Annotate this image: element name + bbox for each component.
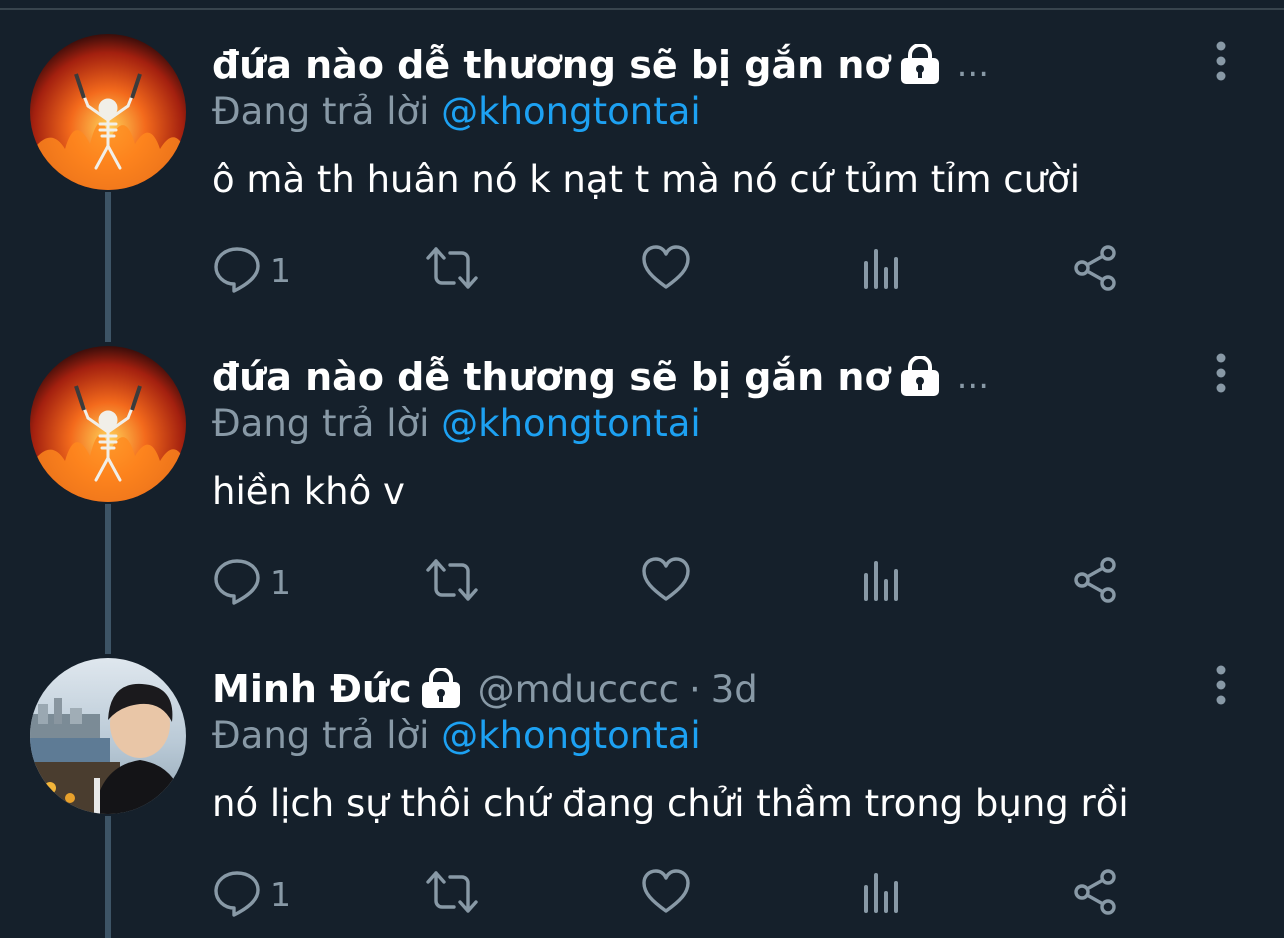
- replying-to-label: Đang trả lời: [212, 402, 430, 445]
- avatar[interactable]: [30, 34, 186, 190]
- retweet-button[interactable]: [424, 556, 480, 608]
- tweet-header: đứa nào dễ thương sẽ bị gắn nơ ...: [212, 348, 989, 406]
- display-name[interactable]: đứa nào dễ thương sẽ bị gắn nơ: [212, 355, 891, 399]
- retweet-icon: [424, 867, 480, 921]
- action-bar: 1: [212, 556, 1132, 608]
- action-bar: 1: [212, 868, 1132, 920]
- analytics-icon: [860, 555, 904, 609]
- heart-icon: [640, 555, 692, 609]
- lock-icon: [899, 355, 941, 398]
- retweet-icon: [424, 243, 480, 297]
- like-button[interactable]: [640, 244, 692, 296]
- share-icon: [1072, 555, 1120, 609]
- reply-button[interactable]: 1: [212, 868, 291, 920]
- share-button[interactable]: [1072, 868, 1120, 920]
- analytics-button[interactable]: [860, 868, 904, 920]
- avatar[interactable]: [30, 346, 186, 502]
- share-icon: [1072, 243, 1120, 297]
- mention-link[interactable]: @khongtontai: [441, 714, 701, 757]
- retweet-icon: [424, 555, 480, 609]
- replying-to-label: Đang trả lời: [212, 90, 430, 133]
- display-name[interactable]: Minh Đức: [212, 667, 412, 711]
- tweet-text: hiền khô v: [212, 470, 405, 513]
- name-overflow-ellipsis: ...: [956, 357, 990, 397]
- analytics-button[interactable]: [860, 556, 904, 608]
- reply-icon: [212, 243, 262, 297]
- share-icon: [1072, 867, 1120, 921]
- mention-link[interactable]: @khongtontai: [441, 90, 701, 133]
- reply-button[interactable]: 1: [212, 244, 291, 296]
- tweet[interactable]: đứa nào dễ thương sẽ bị gắn nơ ... Đang …: [0, 0, 1284, 312]
- analytics-button[interactable]: [860, 244, 904, 296]
- retweet-button[interactable]: [424, 244, 480, 296]
- heart-icon: [640, 243, 692, 297]
- heart-icon: [640, 867, 692, 921]
- separator-dot: ·: [688, 667, 701, 711]
- replying-to: Đang trả lời @khongtontai: [212, 714, 701, 757]
- tweet-header: đứa nào dễ thương sẽ bị gắn nơ ...: [212, 36, 989, 94]
- lock-icon: [899, 43, 941, 86]
- reply-icon: [212, 555, 262, 609]
- timestamp[interactable]: 3d: [711, 668, 758, 711]
- share-button[interactable]: [1072, 556, 1120, 608]
- analytics-icon: [860, 243, 904, 297]
- tweet[interactable]: đứa nào dễ thương sẽ bị gắn nơ ... Đang …: [0, 312, 1284, 624]
- reply-count: 1: [270, 562, 291, 602]
- replying-to: Đang trả lời @khongtontai: [212, 90, 701, 133]
- more-vertical-icon[interactable]: [1204, 352, 1238, 394]
- avatar[interactable]: [30, 658, 186, 814]
- name-overflow-ellipsis: ...: [956, 45, 990, 85]
- like-button[interactable]: [640, 868, 692, 920]
- action-bar: 1: [212, 244, 1132, 296]
- tweet-text: nó lịch sự thôi chứ đang chửi thầm trong…: [212, 782, 1129, 825]
- reply-count: 1: [270, 874, 291, 914]
- tweet-header: Minh Đức @mducccc · 3d: [212, 660, 758, 718]
- like-button[interactable]: [640, 556, 692, 608]
- reply-icon: [212, 867, 262, 921]
- more-vertical-icon[interactable]: [1204, 40, 1238, 82]
- reply-count: 1: [270, 250, 291, 290]
- retweet-button[interactable]: [424, 868, 480, 920]
- tweet[interactable]: Minh Đức @mducccc · 3d Đang trả lời @kho…: [0, 624, 1284, 936]
- mention-link[interactable]: @khongtontai: [441, 402, 701, 445]
- display-name[interactable]: đứa nào dễ thương sẽ bị gắn nơ: [212, 43, 891, 87]
- tweet-text: ô mà th huân nó k nạt t mà nó cứ tủm tỉm…: [212, 158, 1081, 201]
- share-button[interactable]: [1072, 244, 1120, 296]
- lock-icon: [420, 667, 462, 710]
- user-handle[interactable]: @mducccc: [478, 668, 679, 711]
- replying-to-label: Đang trả lời: [212, 714, 430, 757]
- more-vertical-icon[interactable]: [1204, 664, 1238, 706]
- replying-to: Đang trả lời @khongtontai: [212, 402, 701, 445]
- reply-button[interactable]: 1: [212, 556, 291, 608]
- analytics-icon: [860, 867, 904, 921]
